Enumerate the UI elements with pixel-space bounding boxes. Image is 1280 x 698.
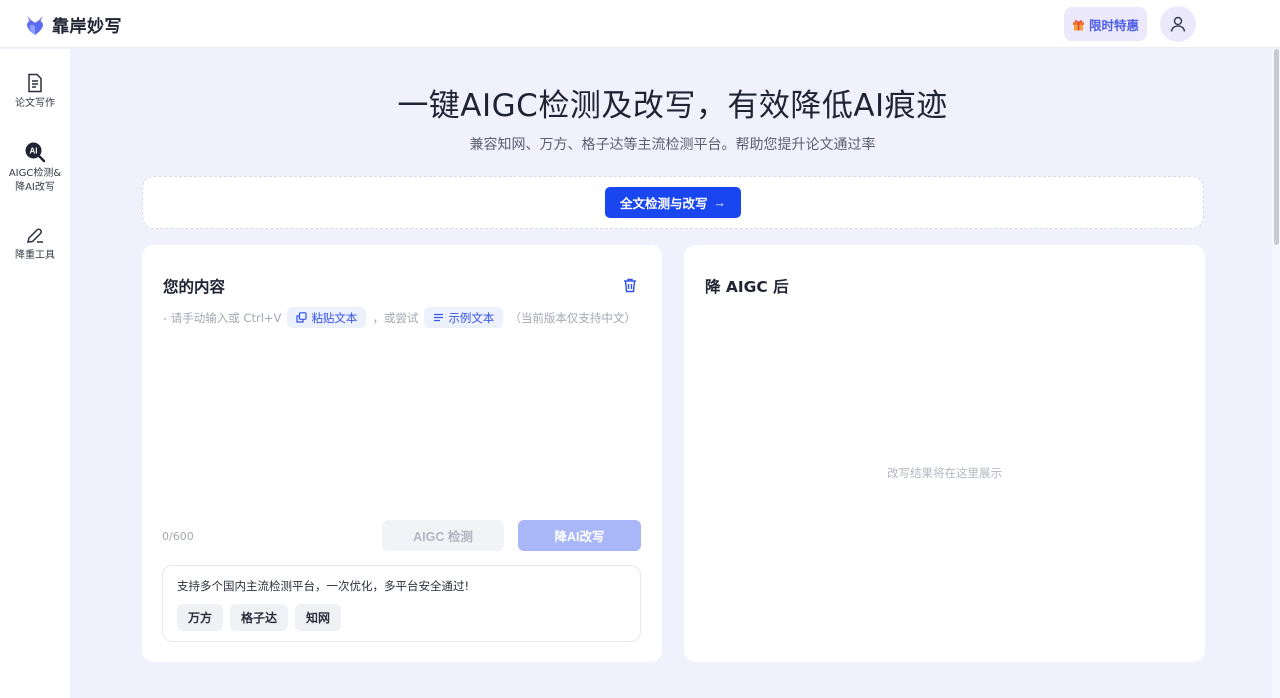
sidebar-item-label: 论文写作	[15, 98, 55, 109]
hint-prefix: - 请手动输入或 Ctrl+V	[163, 310, 282, 325]
sample-label: 示例文本	[448, 310, 495, 325]
input-panel-title: 您的内容	[163, 278, 226, 296]
paste-text-button[interactable]: 粘贴文本	[287, 307, 367, 328]
top-bar: 靠岸妙写 限时特惠	[0, 0, 1280, 48]
page-subtitle: 兼容知网、万方、格子达等主流检测平台。帮助您提升论文通过率	[469, 137, 876, 153]
brand-logo[interactable]: 靠岸妙写	[24, 12, 122, 37]
hint-note: （当前版本仅支持中文）	[509, 310, 636, 325]
cta-container: 全文检测与改写 →	[142, 176, 1204, 229]
copy-icon	[296, 312, 308, 323]
cta-label: 全文检测与改写	[619, 197, 708, 211]
brand-name: 靠岸妙写	[52, 17, 122, 37]
sidebar-label-line: AIGC检测&	[8, 168, 62, 179]
sidebar-item-aigc[interactable]: AI AIGC检测& 降AI改写	[0, 141, 70, 195]
sidebar: 论文写作 AI AIGC检测& 降AI改写 降重工具	[0, 49, 70, 698]
platform-tag-gezida: 格子达	[230, 604, 289, 631]
document-icon	[28, 73, 42, 93]
sidebar-item-writing[interactable]: 论文写作	[0, 73, 70, 111]
pen-icon	[27, 228, 43, 243]
list-icon	[434, 313, 444, 322]
char-counter: 0/600	[162, 530, 194, 543]
user-avatar-button[interactable]	[1160, 6, 1196, 42]
output-panel-title: 降 AIGC 后	[705, 278, 789, 296]
sidebar-item-label: 降重工具	[15, 250, 55, 261]
ai-rewrite-button[interactable]: 降AI改写	[518, 520, 641, 551]
ai-search-icon: AI	[25, 142, 46, 163]
promo-button[interactable]: 限时特惠	[1064, 7, 1147, 41]
full-check-rewrite-button[interactable]: 全文检测与改写 →	[605, 187, 741, 218]
user-icon	[1170, 16, 1186, 32]
input-panel: 您的内容 - 请手动输入或 Ctrl+V 粘贴文本 ，或尝试 示例文本 （当前版…	[142, 245, 662, 662]
trash-icon[interactable]	[622, 277, 638, 293]
paste-label: 粘贴文本	[311, 310, 358, 325]
support-text: 支持多个国内主流检测平台，一次优化，多平台安全通过!	[177, 579, 470, 593]
sidebar-item-reduce[interactable]: 降重工具	[0, 227, 70, 263]
promo-label: 限时特惠	[1088, 17, 1139, 33]
input-hint-row: - 请手动输入或 Ctrl+V 粘贴文本 ，或尝试 示例文本 （当前版本仅支持中…	[163, 307, 636, 328]
output-panel: 降 AIGC 后 改写结果将在这里展示	[684, 245, 1205, 662]
sidebar-label-line: 降AI改写	[15, 182, 55, 193]
hint-or: ，或尝试	[372, 310, 419, 325]
output-placeholder: 改写结果将在这里展示	[887, 466, 1002, 480]
platform-tag-cnki: 知网	[295, 604, 342, 631]
platform-support-box: 支持多个国内主流检测平台，一次优化，多平台安全通过! 万方 格子达 知网	[162, 565, 641, 642]
sample-text-button[interactable]: 示例文本	[424, 307, 504, 328]
fox-heart-logo-icon	[27, 15, 43, 35]
arrow-right-icon: →	[713, 195, 727, 210]
aigc-detect-button[interactable]: AIGC 检测	[382, 520, 504, 551]
platform-tags: 万方 格子达 知网	[177, 604, 342, 631]
svg-text:AI: AI	[30, 147, 38, 156]
gift-icon	[1072, 19, 1084, 30]
platform-tag-wanfang: 万方	[177, 604, 224, 631]
sidebar-item-label: AIGC检测& 降AI改写	[9, 167, 61, 195]
page-title: 一键AIGC检测及改写，有效降低AI痕迹	[397, 88, 948, 124]
